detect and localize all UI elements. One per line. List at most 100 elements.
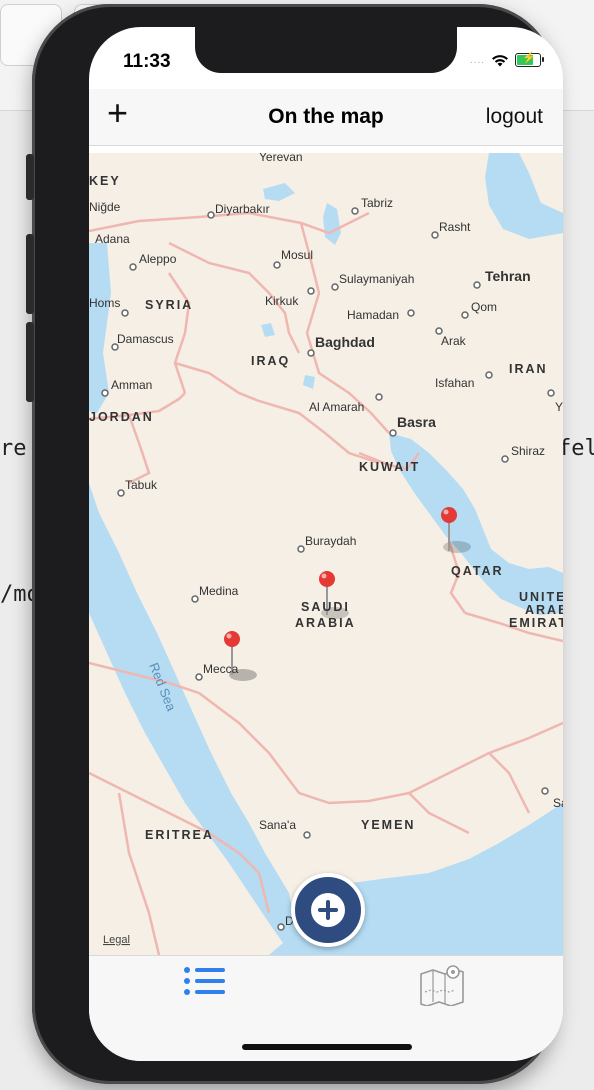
city-label: Arak <box>441 334 467 348</box>
city-label: Mosul <box>281 248 313 262</box>
city-label: Hamadan <box>347 308 399 322</box>
mediterranean-water <box>89 243 111 413</box>
city-dot <box>121 309 129 317</box>
red-sea-water <box>89 483 295 943</box>
border-line <box>127 414 151 485</box>
city-dot <box>375 393 383 401</box>
lake-water <box>303 375 315 389</box>
city-label: Qom <box>471 300 497 314</box>
city-dot <box>473 281 481 289</box>
app-screen: 11:33 .... ⚡ + On the map logout KEY SYR… <box>89 27 563 1061</box>
city-label: Yerevan <box>259 153 303 164</box>
volume-down-button <box>26 322 34 402</box>
city-dot <box>277 923 285 931</box>
border-line <box>117 792 161 955</box>
map-canvas: KEY SYRIA IRAQ IRAN JORDAN KUWAIT SAUDI ARABIA Q… <box>89 153 563 955</box>
city-label: Mecca <box>203 662 239 676</box>
city-dot <box>547 389 555 397</box>
city-dot <box>273 261 281 269</box>
border-line <box>408 792 470 835</box>
city-dot <box>389 429 397 437</box>
map-icon <box>420 965 464 1007</box>
city-dot <box>307 349 315 357</box>
wifi-icon <box>492 54 508 66</box>
city-dot <box>485 371 493 379</box>
country-label: SYRIA <box>145 298 193 312</box>
home-indicator <box>242 1044 412 1050</box>
phone-frame: 11:33 .... ⚡ + On the map logout KEY SYR… <box>26 4 563 1084</box>
city-label: Buraydah <box>305 534 356 548</box>
tab-map[interactable] <box>417 962 477 1007</box>
legal-link[interactable]: Legal <box>103 934 130 946</box>
lake-water <box>261 323 275 337</box>
city-label: Damascus <box>117 332 174 346</box>
status-time: 11:33 <box>123 51 171 72</box>
city-dot <box>303 831 311 839</box>
city-dot <box>195 673 203 681</box>
country-label: UNITE <box>519 590 563 604</box>
volume-up-button <box>26 234 34 314</box>
border-line <box>198 692 563 805</box>
city-label: Sana'a <box>259 818 296 832</box>
logout-button[interactable]: logout <box>486 105 543 129</box>
navigation-bar: + On the map logout <box>89 89 563 146</box>
city-dot <box>191 595 199 603</box>
plus-circle-icon <box>311 893 345 927</box>
city-dot <box>297 545 305 553</box>
list-icon <box>184 967 225 995</box>
country-label: ERITREA <box>145 828 214 842</box>
country-label: KEY <box>89 174 121 188</box>
add-pin-fab-button[interactable] <box>291 873 365 947</box>
city-label: Sa <box>553 796 563 810</box>
city-dot <box>117 489 125 497</box>
country-label: KUWAIT <box>359 460 420 474</box>
city-dot <box>101 389 109 397</box>
city-label: Diyarbakır <box>215 202 270 216</box>
city-label: Adana <box>95 232 130 246</box>
country-label: YEMEN <box>361 818 415 832</box>
city-dot <box>207 211 215 219</box>
city-label: Rasht <box>439 220 471 234</box>
city-label: Y <box>555 400 563 414</box>
city-label: Isfahan <box>435 376 474 390</box>
background-code-text: re <box>0 436 27 461</box>
add-location-button[interactable]: + <box>107 95 128 131</box>
country-label: SAUDI <box>301 600 350 614</box>
city-label: Al Amarah <box>309 400 364 414</box>
city-dot <box>331 283 339 291</box>
city-dot <box>461 311 469 319</box>
background-code-text: fel <box>558 436 594 461</box>
city-dot <box>351 207 359 215</box>
tab-bar <box>89 955 563 1061</box>
tab-list[interactable] <box>181 962 241 1006</box>
country-label: JORDAN <box>89 410 154 424</box>
lake-urmia-water <box>323 203 341 245</box>
city-dot <box>129 263 137 271</box>
city-label: Niğde <box>89 200 121 214</box>
city-label: Tehran <box>485 268 531 284</box>
status-icons: .... ⚡ <box>469 52 544 67</box>
country-label: ARAB <box>525 603 563 617</box>
country-label: IRAQ <box>251 354 290 368</box>
city-label: Aleppo <box>139 252 177 266</box>
map-view[interactable]: KEY SYRIA IRAQ IRAN JORDAN KUWAIT SAUDI ARABIA Q… <box>89 153 563 955</box>
city-label: Medina <box>199 584 239 598</box>
city-label: Tabriz <box>361 196 393 210</box>
lake-van-water <box>263 183 295 201</box>
city-dot <box>307 287 315 295</box>
city-label: Homs <box>89 296 120 310</box>
border-line <box>488 752 531 814</box>
city-label: Amman <box>111 378 152 392</box>
city-label: Baghdad <box>315 334 375 350</box>
city-dot <box>501 455 509 463</box>
city-label: Kirkuk <box>265 294 299 308</box>
country-label: EMIRAT <box>509 616 563 630</box>
city-label: Sulaymaniyah <box>339 272 414 286</box>
signal-icon: .... <box>469 54 485 66</box>
country-label: QATAR <box>451 564 504 578</box>
city-dot <box>541 787 549 795</box>
country-label: ARABIA <box>295 616 356 630</box>
city-dot <box>431 231 439 239</box>
caspian-sea-water <box>485 153 563 239</box>
country-label: IRAN <box>509 362 548 376</box>
